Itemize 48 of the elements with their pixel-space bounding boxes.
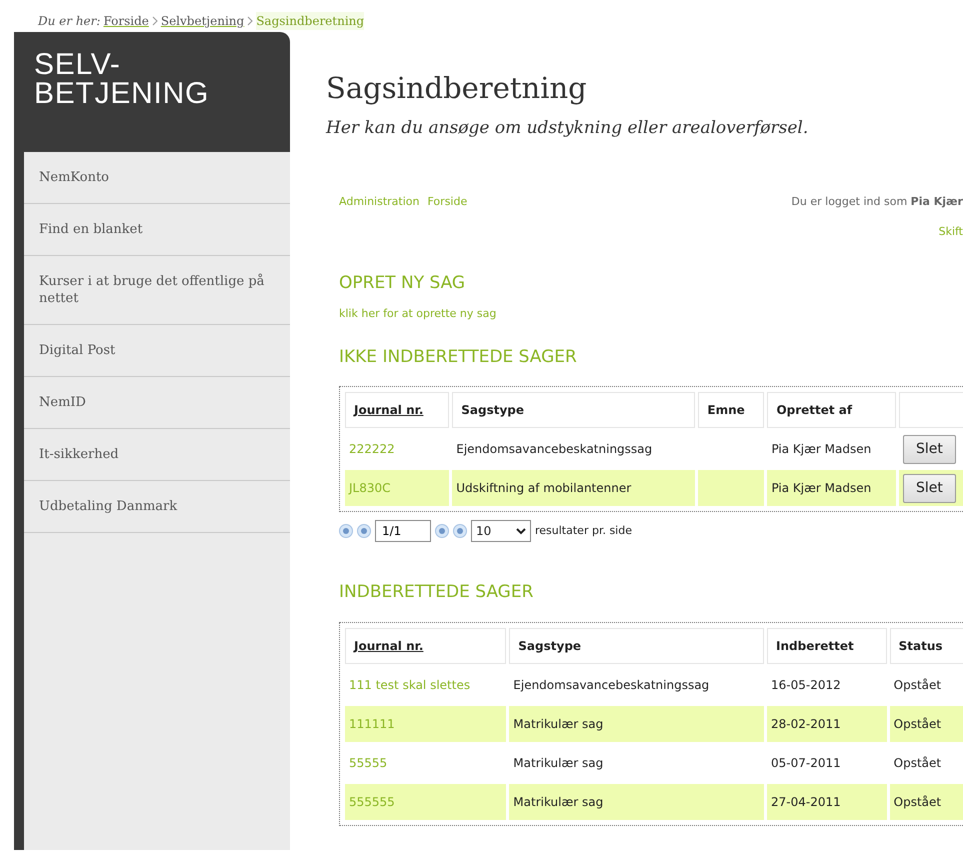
login-status: Du er logget ind som Pia Kjær [791,194,963,210]
table-cell: Opstået [894,756,942,770]
page-size-dropdown[interactable]: 10 [471,520,531,542]
table-cell: Pia Kjær Madsen [771,442,872,456]
sidebar-item[interactable]: NemID [24,377,290,429]
delete-button[interactable]: Slet [903,474,956,502]
sidebar-item[interactable]: Find en blanket [24,204,290,256]
column-header: Sagstype [461,403,524,417]
sidebar-item[interactable]: Digital Post [24,325,290,377]
column-header: Sagstype [518,638,582,652]
column-header: Status [898,638,943,652]
breadcrumb-link[interactable]: Selvbetjening [160,12,244,30]
delete-button[interactable]: Slet [903,434,956,464]
breadcrumb-label: Du er her: [38,13,100,30]
table-cell: Opstået [894,716,942,730]
table-cell: Ejendomsavancebeskatningssag [513,678,710,692]
column-header: Emne [707,403,745,417]
table-cell: Udskiftning af mobilantenner [456,481,632,495]
table-cell: Pia Kjær Madsen [771,481,872,495]
page-field[interactable]: 1/1 [375,520,431,542]
column-header: Oprettet af [776,403,852,417]
table-cell: Matrikulær sag [513,716,604,730]
chevron-down-icon [516,528,526,534]
table-cell: Matrikulær sag [513,756,604,770]
table-cell: 16-05-2012 [771,678,841,692]
sort-header-link[interactable]: Journal nr. [354,638,424,652]
pager-label: resultater pr. side [535,522,632,539]
table-cell: 27-04-2011 [771,794,841,808]
page-subtitle: Her kan du ansøge om udstykning eller arealoverførsel. [326,117,810,140]
column-header: Indberettet [776,638,854,652]
separator-icon [247,16,254,26]
table-cell: Opstået [894,794,942,808]
section-heading: INDBERETTEDE SAGER [339,581,534,604]
table-cell: Matrikulær sag [513,794,604,808]
sidebar-title: SELV- BETJENING [14,32,290,152]
sidebar-item[interactable]: Kurser i at bruge det offentlige på nettet [24,256,290,325]
page-title: Sagsindberetning [326,70,588,106]
table-cell: Opstået [894,678,942,692]
table-cell: 28-02-2011 [771,716,841,730]
section-heading: OPRET NY SAG [339,272,466,294]
breadcrumb-link[interactable]: Forside [103,12,149,30]
sidebar-item[interactable]: NemKonto [24,152,290,204]
section-heading: IKKE INDBERETTEDE SAGER [339,346,578,368]
separator-icon [152,16,158,26]
table-cell: Ejendomsavancebeskatningssag [456,442,652,456]
sidebar-item[interactable]: It-sikkerhed [24,429,290,481]
sidebar-item[interactable]: Udbetaling Danmark [24,481,290,533]
table-cell: 05-07-2011 [771,756,841,770]
